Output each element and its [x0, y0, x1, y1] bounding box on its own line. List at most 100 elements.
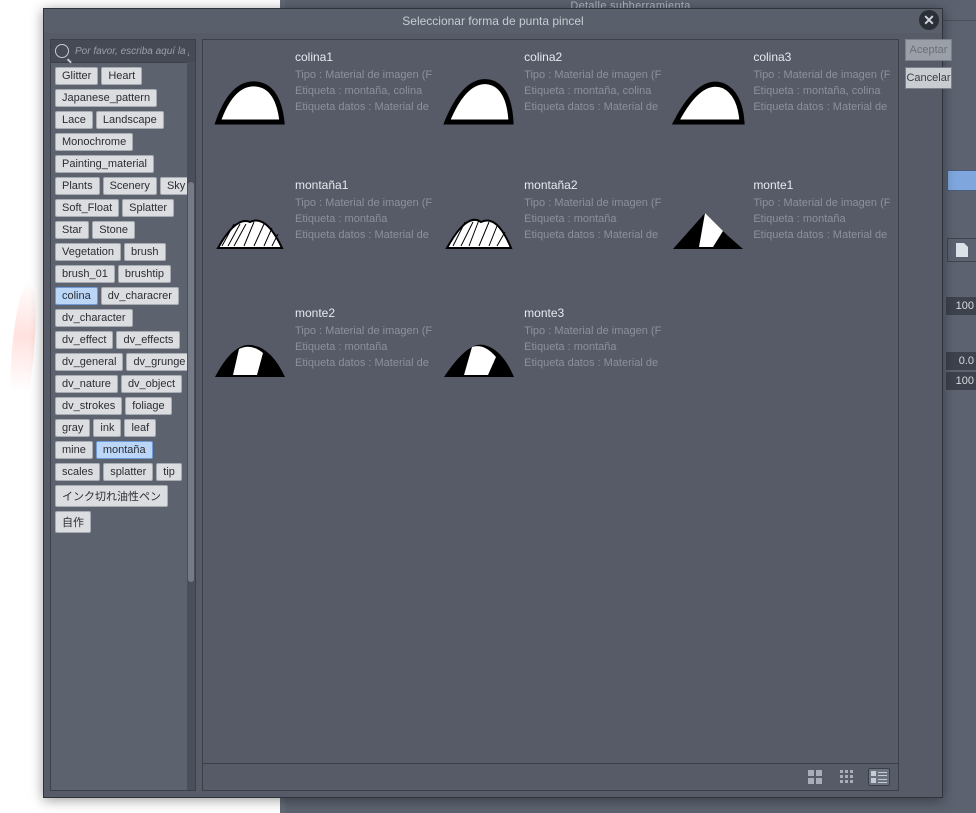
tag-painting_material[interactable]: Painting_material	[55, 155, 154, 173]
dialog-actions: Aceptar Cancelar	[905, 39, 951, 791]
result-item[interactable]: colina1Tipo : Material de imagen (FEtiqu…	[207, 46, 436, 174]
tags-scrollbar[interactable]	[187, 62, 195, 790]
brush-thumbnail	[440, 64, 518, 142]
result-type: Tipo : Material de imagen (F	[524, 68, 661, 84]
tag-montaña[interactable]: montaña	[96, 441, 153, 459]
tag-star[interactable]: Star	[55, 221, 89, 239]
result-type: Tipo : Material de imagen (F	[524, 196, 661, 212]
tag-インク切れ油性ペン[interactable]: インク切れ油性ペン	[55, 485, 168, 507]
cancel-button[interactable]: Cancelar	[905, 67, 951, 89]
result-meta: colina2Tipo : Material de imagen (FEtiqu…	[524, 48, 661, 116]
search-input[interactable]	[73, 45, 191, 58]
result-data-tag: Etiqueta datos : Material de	[753, 228, 890, 244]
brush-thumbnail	[211, 192, 289, 270]
result-data-tag: Etiqueta datos : Material de	[295, 356, 432, 372]
brush-tip-shape-dialog: Seleccionar forma de punta pincel ✕ Glit…	[43, 8, 943, 798]
tag-brush_01[interactable]: brush_01	[55, 265, 115, 283]
tag-dv_effect[interactable]: dv_effect	[55, 331, 113, 349]
tag-heart[interactable]: Heart	[101, 67, 142, 85]
result-data-tag: Etiqueta datos : Material de	[295, 100, 432, 116]
tag-colina[interactable]: colina	[55, 287, 98, 305]
result-type: Tipo : Material de imagen (F	[753, 196, 890, 212]
ok-button[interactable]: Aceptar	[905, 39, 951, 61]
search-row	[51, 40, 195, 63]
result-tag: Etiqueta : montaña	[295, 212, 432, 228]
tag-tip[interactable]: tip	[156, 463, 182, 481]
tags-panel: GlitterHeart Japanese_pattern LaceLandscap…	[50, 39, 196, 791]
result-tag: Etiqueta : montaña, colina	[295, 84, 432, 100]
tag-dv_effects[interactable]: dv_effects	[116, 331, 180, 349]
tag-dv_nature[interactable]: dv_nature	[55, 375, 118, 393]
result-item[interactable]: montaña1 Tipo : Material de imagen (FEtiq…	[207, 174, 436, 302]
result-tag: Etiqueta : montaña, colina	[524, 84, 661, 100]
results-grid[interactable]: colina1Tipo : Material de imagen (FEtiqu…	[203, 40, 898, 763]
tag-dv_general[interactable]: dv_general	[55, 353, 123, 371]
result-name: montaña1	[295, 178, 432, 192]
tag-dv_strokes[interactable]: dv_strokes	[55, 397, 122, 415]
tag-vegetation[interactable]: Vegetation	[55, 243, 121, 261]
result-name: monte1	[753, 178, 890, 192]
result-item[interactable]: monte2 Tipo : Material de imagen (F Etique…	[207, 302, 436, 430]
result-name: montaña2	[524, 178, 661, 192]
result-item[interactable]: monte1 Tipo : Material de imagen (F Etique…	[665, 174, 894, 302]
tag-dv_grunge[interactable]: dv_grunge	[126, 353, 192, 371]
result-name: monte3	[524, 306, 661, 320]
result-type: Tipo : Material de imagen (F	[295, 68, 432, 84]
result-tag: Etiqueta : montaña	[524, 212, 661, 228]
tag-foliage[interactable]: foliage	[125, 397, 171, 415]
tag-monochrome[interactable]: Monochrome	[55, 133, 133, 151]
result-item[interactable]: monte3Tipo : Material de imagen (FEtique…	[436, 302, 665, 430]
result-item[interactable]: montaña2Tipo : Material de imagen (FEtiq…	[436, 174, 665, 302]
tag-glitter[interactable]: Glitter	[55, 67, 98, 85]
tag-plants[interactable]: Plants	[55, 177, 100, 195]
tag-dv_character[interactable]: dv_character	[55, 309, 133, 327]
result-meta: colina1Tipo : Material de imagen (FEtiqu…	[295, 48, 432, 116]
result-meta: montaña2Tipo : Material de imagen (FEtiq…	[524, 176, 661, 244]
result-item[interactable]: colina2Tipo : Material de imagen (FEtiqu…	[436, 46, 665, 174]
tag-stone[interactable]: Stone	[92, 221, 135, 239]
result-meta: monte3Tipo : Material de imagen (FEtique…	[524, 304, 661, 372]
brush-thumbnail	[440, 320, 518, 398]
result-data-tag: Etiqueta datos : Material de	[524, 100, 661, 116]
result-type: Tipo : Material de imagen (F	[524, 324, 661, 340]
dialog-titlebar[interactable]: Seleccionar forma de punta pincel ✕	[44, 9, 942, 33]
result-meta: colina3Tipo : Material de imagen (FEtiqu…	[753, 48, 890, 116]
result-meta: monte1 Tipo : Material de imagen (F Etique…	[753, 176, 890, 244]
tag-mine[interactable]: mine	[55, 441, 93, 459]
result-type: Tipo : Material de imagen (F	[753, 68, 890, 84]
tag-自作[interactable]: 自作	[55, 511, 91, 533]
tag-brush[interactable]: brush	[124, 243, 166, 261]
result-type: Tipo : Material de imagen (F	[295, 324, 432, 340]
tag-splatter[interactable]: Splatter	[122, 199, 174, 217]
result-meta: montaña1 Tipo : Material de imagen (FEtiq…	[295, 176, 432, 244]
tags-list[interactable]: GlitterHeart Japanese_pattern LaceLandscap…	[51, 63, 195, 790]
tag-dv_object[interactable]: dv_object	[121, 375, 182, 393]
view-large-grid-icon[interactable]	[804, 768, 826, 786]
brush-thumbnail	[211, 320, 289, 398]
tag-splatter[interactable]: splatter	[103, 463, 153, 481]
result-name: colina2	[524, 50, 661, 64]
result-type: Tipo : Material de imagen (F	[295, 196, 432, 212]
tag-ink[interactable]: ink	[93, 419, 121, 437]
result-data-tag: Etiqueta datos : Material de	[524, 228, 661, 244]
results-panel: colina1Tipo : Material de imagen (FEtiqu…	[202, 39, 899, 791]
result-name: colina3	[753, 50, 890, 64]
result-item[interactable]: colina3Tipo : Material de imagen (FEtiqu…	[665, 46, 894, 174]
tag-lace[interactable]: Lace	[55, 111, 93, 129]
tag-japanese_pattern[interactable]: Japanese_pattern	[55, 89, 157, 107]
close-icon[interactable]: ✕	[919, 10, 939, 30]
tag-scenery[interactable]: Scenery	[103, 177, 157, 195]
tag-gray[interactable]: gray	[55, 419, 90, 437]
result-name: colina1	[295, 50, 432, 64]
brush-thumbnail	[440, 192, 518, 270]
brush-thumbnail	[669, 192, 747, 270]
view-detailed-list-icon[interactable]	[868, 768, 890, 786]
tag-landscape[interactable]: Landscape	[96, 111, 164, 129]
tag-soft_float[interactable]: Soft_Float	[55, 199, 119, 217]
result-name: monte2	[295, 306, 432, 320]
tag-dv_characrer[interactable]: dv_characrer	[101, 287, 179, 305]
tag-brushtip[interactable]: brushtip	[118, 265, 171, 283]
tag-scales[interactable]: scales	[55, 463, 100, 481]
view-small-grid-icon[interactable]	[836, 768, 858, 786]
tag-leaf[interactable]: leaf	[124, 419, 156, 437]
